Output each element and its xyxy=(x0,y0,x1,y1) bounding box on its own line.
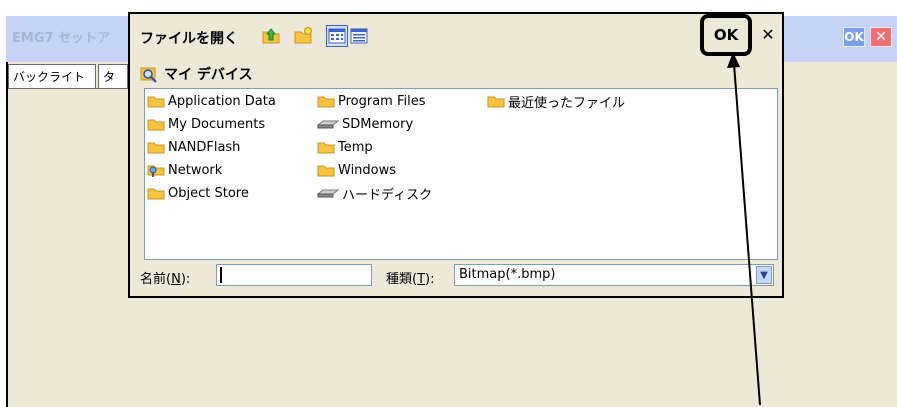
annotation-arrow xyxy=(727,52,761,406)
